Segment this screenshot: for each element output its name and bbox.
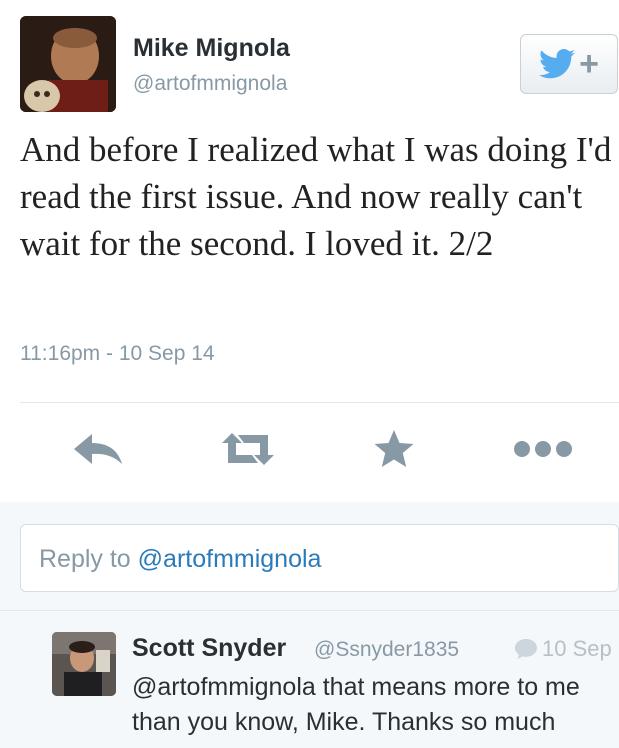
reply-date-label: 10 Sep xyxy=(542,636,612,661)
reply-text: @artofmmignola that means more to me tha… xyxy=(132,673,580,736)
tweet-actions xyxy=(0,404,619,500)
tweet-timestamp[interactable]: 11:16pm - 10 Sep 14 xyxy=(20,342,215,366)
avatar[interactable] xyxy=(20,16,116,112)
reply-input[interactable]: Reply to @artofmmignola xyxy=(20,524,619,592)
twitter-bird-icon xyxy=(539,49,576,79)
reply-mention: @artofmmignola xyxy=(137,545,322,573)
author-name[interactable]: Mike Mignola xyxy=(133,34,290,63)
reply-author-handle[interactable]: @Ssnyder1835 xyxy=(314,638,459,662)
avatar-image xyxy=(52,632,116,696)
reply-icon xyxy=(74,434,122,464)
star-icon xyxy=(374,430,414,467)
more-icon xyxy=(514,441,572,457)
reply-date: 10 Sep xyxy=(514,636,612,662)
divider xyxy=(0,610,619,611)
reply-tweet[interactable]: Scott Snyder @Ssnyder1835 10 Sep @artofm… xyxy=(52,630,619,748)
retweet-icon xyxy=(222,433,274,465)
reply-author-name[interactable]: Scott Snyder xyxy=(132,634,286,663)
conversation-icon xyxy=(515,639,537,659)
retweet-button[interactable] xyxy=(218,424,278,474)
tweet-text: And before I realized what I was doing I… xyxy=(20,130,612,263)
divider xyxy=(20,402,619,403)
author-handle[interactable]: @artofmmignola xyxy=(133,72,287,96)
follow-plus-label: + xyxy=(579,45,599,83)
reply-area: Reply to @artofmmignola Scott Snyder @Ss… xyxy=(0,502,619,748)
follow-button[interactable]: + xyxy=(520,34,618,94)
reply-avatar[interactable] xyxy=(52,632,116,696)
tweet-header: Mike Mignola @artofmmignola xyxy=(20,16,600,116)
reply-prefix: Reply to xyxy=(39,545,138,573)
more-button[interactable] xyxy=(510,424,576,474)
reply-button[interactable] xyxy=(68,424,128,474)
favorite-button[interactable] xyxy=(364,424,424,474)
avatar-image xyxy=(20,16,116,112)
